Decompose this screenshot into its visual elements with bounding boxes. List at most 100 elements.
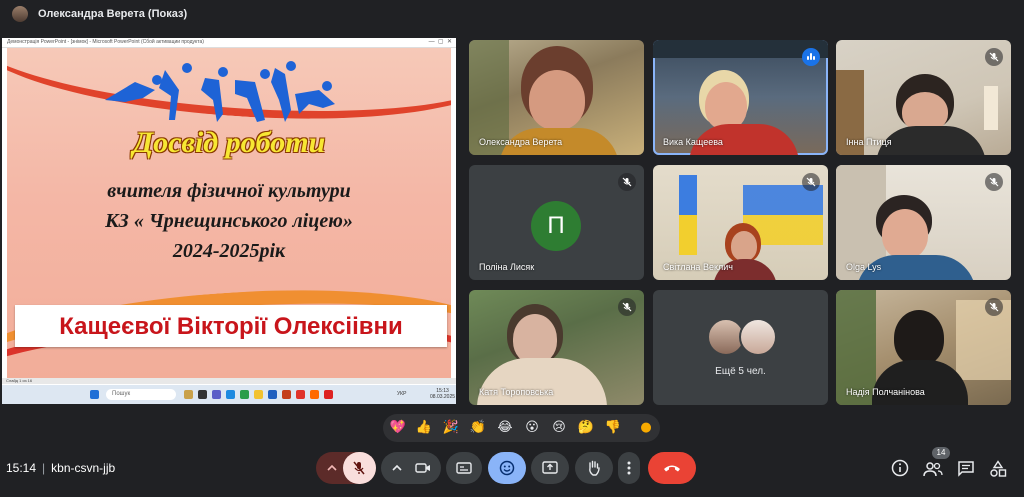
windows-taskbar: Пошук УКР 15:13 08.03.2025: [2, 385, 456, 404]
windows-start-icon: [90, 390, 99, 399]
reaction-laughing[interactable]: 😂: [496, 419, 514, 437]
shared-screen[interactable]: Демонстрація PowerPoint - [знімок] - Mic…: [2, 38, 456, 404]
participant-tile[interactable]: Інна Птиця: [836, 40, 1011, 155]
taskbar-clock: 15:13 08.03.2025: [430, 388, 455, 400]
taskbar-app-icon: [310, 390, 319, 399]
camera-control-group: [381, 452, 441, 484]
meeting-code: kbn-csvn-jjb: [51, 461, 116, 475]
reaction-thumbs-down[interactable]: 👎: [604, 419, 622, 437]
participant-body: [477, 358, 607, 405]
reaction-crying[interactable]: 😢: [550, 419, 568, 437]
reaction-clapping[interactable]: 👏: [469, 419, 487, 437]
participant-tile[interactable]: Олександра Верета: [469, 40, 644, 155]
present-screen-button[interactable]: [531, 452, 569, 484]
more-participants-tile[interactable]: Ещё 5 чел.: [653, 290, 828, 405]
window-title: Демонстрація PowerPoint - [знімок] - Mic…: [7, 39, 204, 45]
mic-off-icon: [989, 177, 999, 187]
reaction-thumbs-up[interactable]: 👍: [415, 419, 433, 437]
participant-name: Катя Тороповська: [479, 387, 554, 397]
more-participants-label: Ещё 5 чел.: [715, 366, 766, 377]
camera-icon[interactable]: [415, 461, 431, 475]
meeting-details-button[interactable]: [890, 458, 910, 478]
chevron-up-icon[interactable]: [326, 462, 338, 474]
participant-body: [876, 126, 986, 155]
powerpoint-title-bar: Демонстрація PowerPoint - [знімок] - Mic…: [2, 38, 456, 48]
taskbar-search: Пошук: [106, 389, 176, 400]
folder-icon: [254, 390, 263, 399]
taskbar-app-icon: [198, 390, 207, 399]
more-vert-icon: [627, 461, 631, 475]
info-icon: [891, 459, 909, 477]
background-flag: [679, 175, 697, 255]
reaction-skin-tone[interactable]: ●: [637, 419, 655, 437]
participant-tile[interactable]: Надія Полчанінова: [836, 290, 1011, 405]
slide-line-2: КЗ « Чрнещинського ліцею»: [105, 210, 353, 232]
mic-off-icon: [622, 302, 632, 312]
mic-off-indicator: [985, 48, 1003, 66]
people-button[interactable]: [922, 460, 944, 478]
participant-tile[interactable]: Катя Тороповська: [469, 290, 644, 405]
more-options-button[interactable]: [618, 452, 640, 484]
reactions-bar: 💖 👍 🎉 👏 😂 😮 😢 🤔 👎 ●: [383, 414, 660, 442]
chevron-up-icon[interactable]: [391, 462, 403, 474]
participant-name: Olga Lys: [846, 262, 882, 272]
slide-line-1: вчителя фізичної культури: [107, 180, 351, 202]
smiley-icon: [499, 460, 515, 476]
participant-name: Олександра Верета: [479, 137, 563, 147]
separator: |: [42, 461, 46, 475]
mic-off-icon: [622, 177, 632, 187]
activities-icon: [990, 460, 1007, 477]
participant-body: [872, 360, 968, 405]
speaking-indicator: [802, 48, 820, 66]
taskbar-language: УКР: [397, 391, 407, 397]
participant-face: [882, 209, 928, 259]
meeting-time: 15:14: [6, 461, 37, 475]
slide-line-3: 2024-2025рік: [172, 240, 286, 262]
participant-name: Вика Кащеева: [663, 137, 723, 147]
taskbar-date: 08.03.2025: [430, 394, 456, 400]
raise-hand-button[interactable]: [575, 452, 613, 484]
leave-call-button[interactable]: [648, 452, 696, 484]
slide-heading: Досвід роботи: [132, 126, 326, 159]
participant-tile-active-speaker[interactable]: Вика Кащеева: [653, 40, 828, 155]
powerpoint-icon: [282, 390, 291, 399]
slide-counter: Слайд 1 из 16: [6, 378, 33, 383]
mic-off-indicator: [618, 298, 636, 316]
reaction-sparkling-heart[interactable]: 💖: [389, 419, 407, 437]
window-controls: — ▢ ✕: [428, 39, 452, 45]
mic-toggle-button[interactable]: [343, 452, 376, 484]
mic-off-indicator: [802, 173, 820, 191]
captions-icon: [456, 462, 472, 474]
top-bar: Олександра Верета (Показ): [0, 0, 1024, 30]
captions-button[interactable]: [446, 452, 482, 484]
participant-thumbnail: [739, 318, 777, 356]
activities-button[interactable]: [988, 459, 1008, 479]
presenter-label: Олександра Верета (Показ): [38, 8, 188, 20]
opera-icon: [296, 390, 305, 399]
mic-off-icon: [989, 302, 999, 312]
participant-tile[interactable]: Olga Lys: [836, 165, 1011, 280]
teams-icon: [212, 390, 221, 399]
ppt-status-bar: Слайд 1 из 16: [2, 378, 456, 384]
participant-tile[interactable]: Світлана Веклич: [653, 165, 828, 280]
meeting-info: 15:14 | kbn-csvn-jjb: [6, 461, 115, 475]
emoji-reactions-button[interactable]: [488, 452, 526, 484]
participant-avatar: П: [531, 201, 581, 251]
participant-tile[interactable]: П Поліна Лисяк: [469, 165, 644, 280]
presenter-avatar: [12, 6, 28, 22]
participant-count-badge: 14: [932, 447, 950, 459]
reaction-thinking[interactable]: 🤔: [577, 419, 595, 437]
mic-off-indicator: [985, 298, 1003, 316]
background-lamp: [984, 86, 998, 130]
reaction-surprised[interactable]: 😮: [523, 419, 541, 437]
hang-up-icon: [664, 465, 680, 472]
participant-name: Інна Птиця: [846, 137, 892, 147]
chat-icon: [958, 461, 974, 477]
reaction-party-popper[interactable]: 🎉: [442, 419, 460, 437]
athletes-graphic: [105, 61, 335, 122]
chat-button[interactable]: [956, 459, 976, 479]
background-window: [956, 300, 1011, 380]
slide-name-box: Кащеєвої Вікторії Олексіівни: [15, 305, 447, 347]
mic-off-icon: [353, 461, 365, 475]
present-screen-icon: [542, 461, 558, 474]
